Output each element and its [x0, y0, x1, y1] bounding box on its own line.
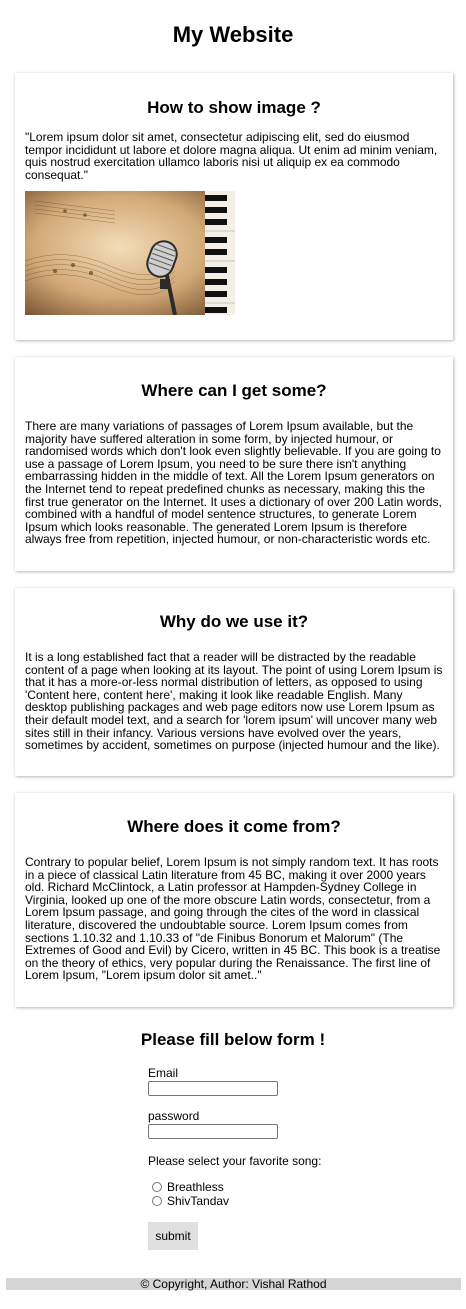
song-option-label: ShivTandav	[167, 1194, 230, 1208]
song-form: Please fill below form ! Email password …	[0, 1030, 466, 1250]
microphone-piano-illustration	[25, 191, 235, 316]
password-field[interactable]	[148, 1124, 278, 1139]
email-label: Email	[148, 1066, 179, 1080]
card-text: There are many variations of passages of…	[25, 419, 442, 547]
email-field[interactable]	[148, 1081, 278, 1096]
form-title: Please fill below form !	[140, 1030, 326, 1049]
card-text: Contrary to popular belief, Lorem Ipsum …	[25, 855, 441, 983]
submit-button[interactable]: submit	[148, 1222, 198, 1250]
card-text: It is a long established fact that a rea…	[25, 650, 443, 753]
card-heading: Where can I get some?	[141, 381, 327, 400]
radio-shivtandav[interactable]	[152, 1196, 162, 1206]
card-show-image: How to show image ? "Lorem ipsum dolor s…	[15, 73, 453, 340]
radio-breathless[interactable]	[152, 1182, 162, 1192]
card-text: "Lorem ipsum dolor sit amet, consectetur…	[25, 130, 438, 182]
footer-copyright: © Copyright, Author: Vishal Rathod	[6, 1278, 461, 1290]
card-heading: How to show image ?	[147, 98, 321, 117]
card-where-from: Where does it come from? Contrary to pop…	[15, 793, 453, 1007]
card-heading: Why do we use it?	[159, 612, 309, 631]
song-option-label: Breathless	[167, 1180, 224, 1194]
card-heading: Where does it come from?	[127, 817, 341, 836]
card-why-use: Why do we use it? It is a long establish…	[15, 588, 453, 776]
song-question-label: Please select your favorite song:	[148, 1154, 322, 1168]
card-where-get: Where can I get some? There are many var…	[15, 357, 453, 571]
site-title: My Website	[172, 22, 294, 47]
password-label: password	[148, 1109, 200, 1123]
microphone-piano-image	[25, 191, 235, 316]
song-option-breathless[interactable]: Breathless	[152, 1180, 448, 1194]
song-option-shivtandav[interactable]: ShivTandav	[152, 1194, 448, 1208]
